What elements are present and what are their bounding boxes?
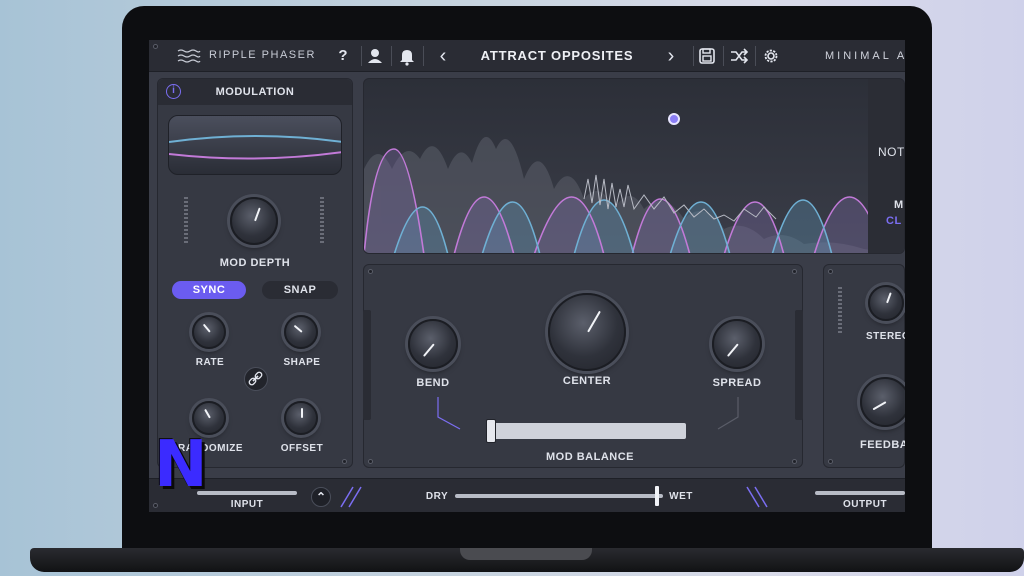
next-preset-button[interactable]: › xyxy=(661,45,681,67)
mod-depth-label: MOD DEPTH xyxy=(219,257,291,269)
knob-indicator xyxy=(301,408,303,418)
preset-name[interactable]: ATTRACT OPPOSITES xyxy=(465,48,649,63)
output-meter[interactable] xyxy=(815,491,905,495)
spread-connector xyxy=(717,397,739,430)
bend-connector xyxy=(437,397,461,430)
wet-label: WET xyxy=(669,491,693,502)
modulation-panel: i MODULATION MOD DEPTH SYNC SNAP RATE SH… xyxy=(157,78,353,468)
product-name: RIPPLE PHASER xyxy=(209,49,316,61)
stereo-knob[interactable] xyxy=(868,285,904,321)
output-label: OUTPUT xyxy=(842,499,888,510)
feedback-label: FEEDBACK xyxy=(860,439,905,451)
screw-icon xyxy=(792,269,797,274)
divider xyxy=(723,46,724,66)
divider xyxy=(423,46,424,66)
modulation-title: MODULATION xyxy=(215,86,295,98)
knob-indicator xyxy=(293,324,303,333)
shape-knob[interactable] xyxy=(284,315,318,349)
meter-right xyxy=(320,197,324,245)
knob-indicator xyxy=(254,207,261,222)
mod-depth-knob[interactable] xyxy=(230,197,278,245)
divider xyxy=(391,46,392,66)
link-icon xyxy=(248,371,263,386)
laptop-notch xyxy=(460,548,592,560)
screw-icon xyxy=(828,269,833,274)
shuffle-icon[interactable] xyxy=(729,45,749,67)
top-bar: RIPPLE PHASER ? ‹ ATTRACT OPPOSITES › MI… xyxy=(149,40,905,72)
input-meter[interactable] xyxy=(197,491,297,495)
screw-icon xyxy=(153,503,158,508)
rate-label: RATE xyxy=(195,357,225,368)
divider xyxy=(361,46,362,66)
readout-label: M xyxy=(894,199,904,211)
knob-indicator xyxy=(204,408,211,419)
phaser-main-panel: BEND CENTER SPREAD MOD BALANCE xyxy=(363,264,803,468)
meter-left xyxy=(184,197,188,245)
dry-label: DRY xyxy=(425,491,449,502)
save-icon[interactable] xyxy=(697,45,717,67)
link-button[interactable] xyxy=(244,367,268,391)
gear-icon[interactable] xyxy=(761,45,781,67)
side-readout: NOT M CL xyxy=(868,79,905,253)
screw-icon xyxy=(368,269,373,274)
footer-decoration-right xyxy=(746,486,768,508)
watermark-badge: N xyxy=(154,428,208,502)
bell-icon[interactable] xyxy=(397,45,417,67)
collapse-icon[interactable]: ⌃ xyxy=(311,487,331,507)
mod-balance-handle[interactable] xyxy=(486,419,496,443)
output-panel: STEREO FEEDBACK xyxy=(823,264,905,468)
help-button[interactable]: ? xyxy=(333,45,353,67)
panel-bracket-right xyxy=(795,310,803,420)
input-label: INPUT xyxy=(230,499,264,510)
bend-label: BEND xyxy=(416,377,450,389)
phaser-display[interactable]: NOT M CL xyxy=(363,78,905,254)
center-label: CENTER xyxy=(562,375,612,387)
footer-decoration-left xyxy=(340,486,362,508)
plugin-window: RIPPLE PHASER ? ‹ ATTRACT OPPOSITES › MI… xyxy=(149,40,905,512)
mod-balance-slider[interactable] xyxy=(494,423,686,439)
offset-knob[interactable] xyxy=(284,401,318,435)
snap-button[interactable]: SNAP xyxy=(262,281,338,299)
footer-bar: INPUT ⌃ DRY WET OUTPUT xyxy=(149,478,905,512)
stereo-label: STEREO xyxy=(866,331,905,342)
knob-indicator xyxy=(872,401,887,411)
feedback-knob[interactable] xyxy=(860,377,905,427)
rate-knob[interactable] xyxy=(192,315,226,349)
bend-knob[interactable] xyxy=(408,319,458,369)
divider xyxy=(755,46,756,66)
brand-logo: MINIMAL AUDIO xyxy=(825,50,905,62)
screw-icon xyxy=(153,44,158,49)
sync-button[interactable]: SYNC xyxy=(172,281,246,299)
divider xyxy=(693,46,694,66)
prev-preset-button[interactable]: ‹ xyxy=(433,45,453,67)
readout-label: NOT xyxy=(878,145,905,159)
modulation-dot[interactable] xyxy=(668,113,680,125)
user-icon[interactable] xyxy=(365,45,385,67)
screw-icon xyxy=(368,459,373,464)
knob-indicator xyxy=(422,343,435,357)
lfo-shape-display[interactable] xyxy=(168,115,342,175)
mod-balance-label: MOD BALANCE xyxy=(546,451,634,463)
spread-label: SPREAD xyxy=(712,377,762,389)
screw-icon xyxy=(792,459,797,464)
knob-indicator xyxy=(886,292,892,304)
screw-icon xyxy=(828,459,833,464)
offset-label: OFFSET xyxy=(280,443,324,454)
knob-indicator xyxy=(726,343,739,357)
dry-wet-handle[interactable] xyxy=(654,486,659,506)
shape-label: SHAPE xyxy=(283,357,321,368)
phaser-response-graph xyxy=(364,136,892,253)
panel-bracket-left xyxy=(363,310,371,420)
dry-wet-slider[interactable] xyxy=(455,494,663,498)
center-knob[interactable] xyxy=(548,293,626,371)
stereo-meter xyxy=(838,287,842,333)
screw-icon xyxy=(342,459,347,464)
knob-indicator xyxy=(202,323,211,333)
lfo-waveform xyxy=(169,135,341,160)
spread-knob[interactable] xyxy=(712,319,762,369)
readout-value[interactable]: CL xyxy=(886,215,904,227)
knob-indicator xyxy=(587,310,601,333)
ripple-logo-icon xyxy=(177,49,201,63)
